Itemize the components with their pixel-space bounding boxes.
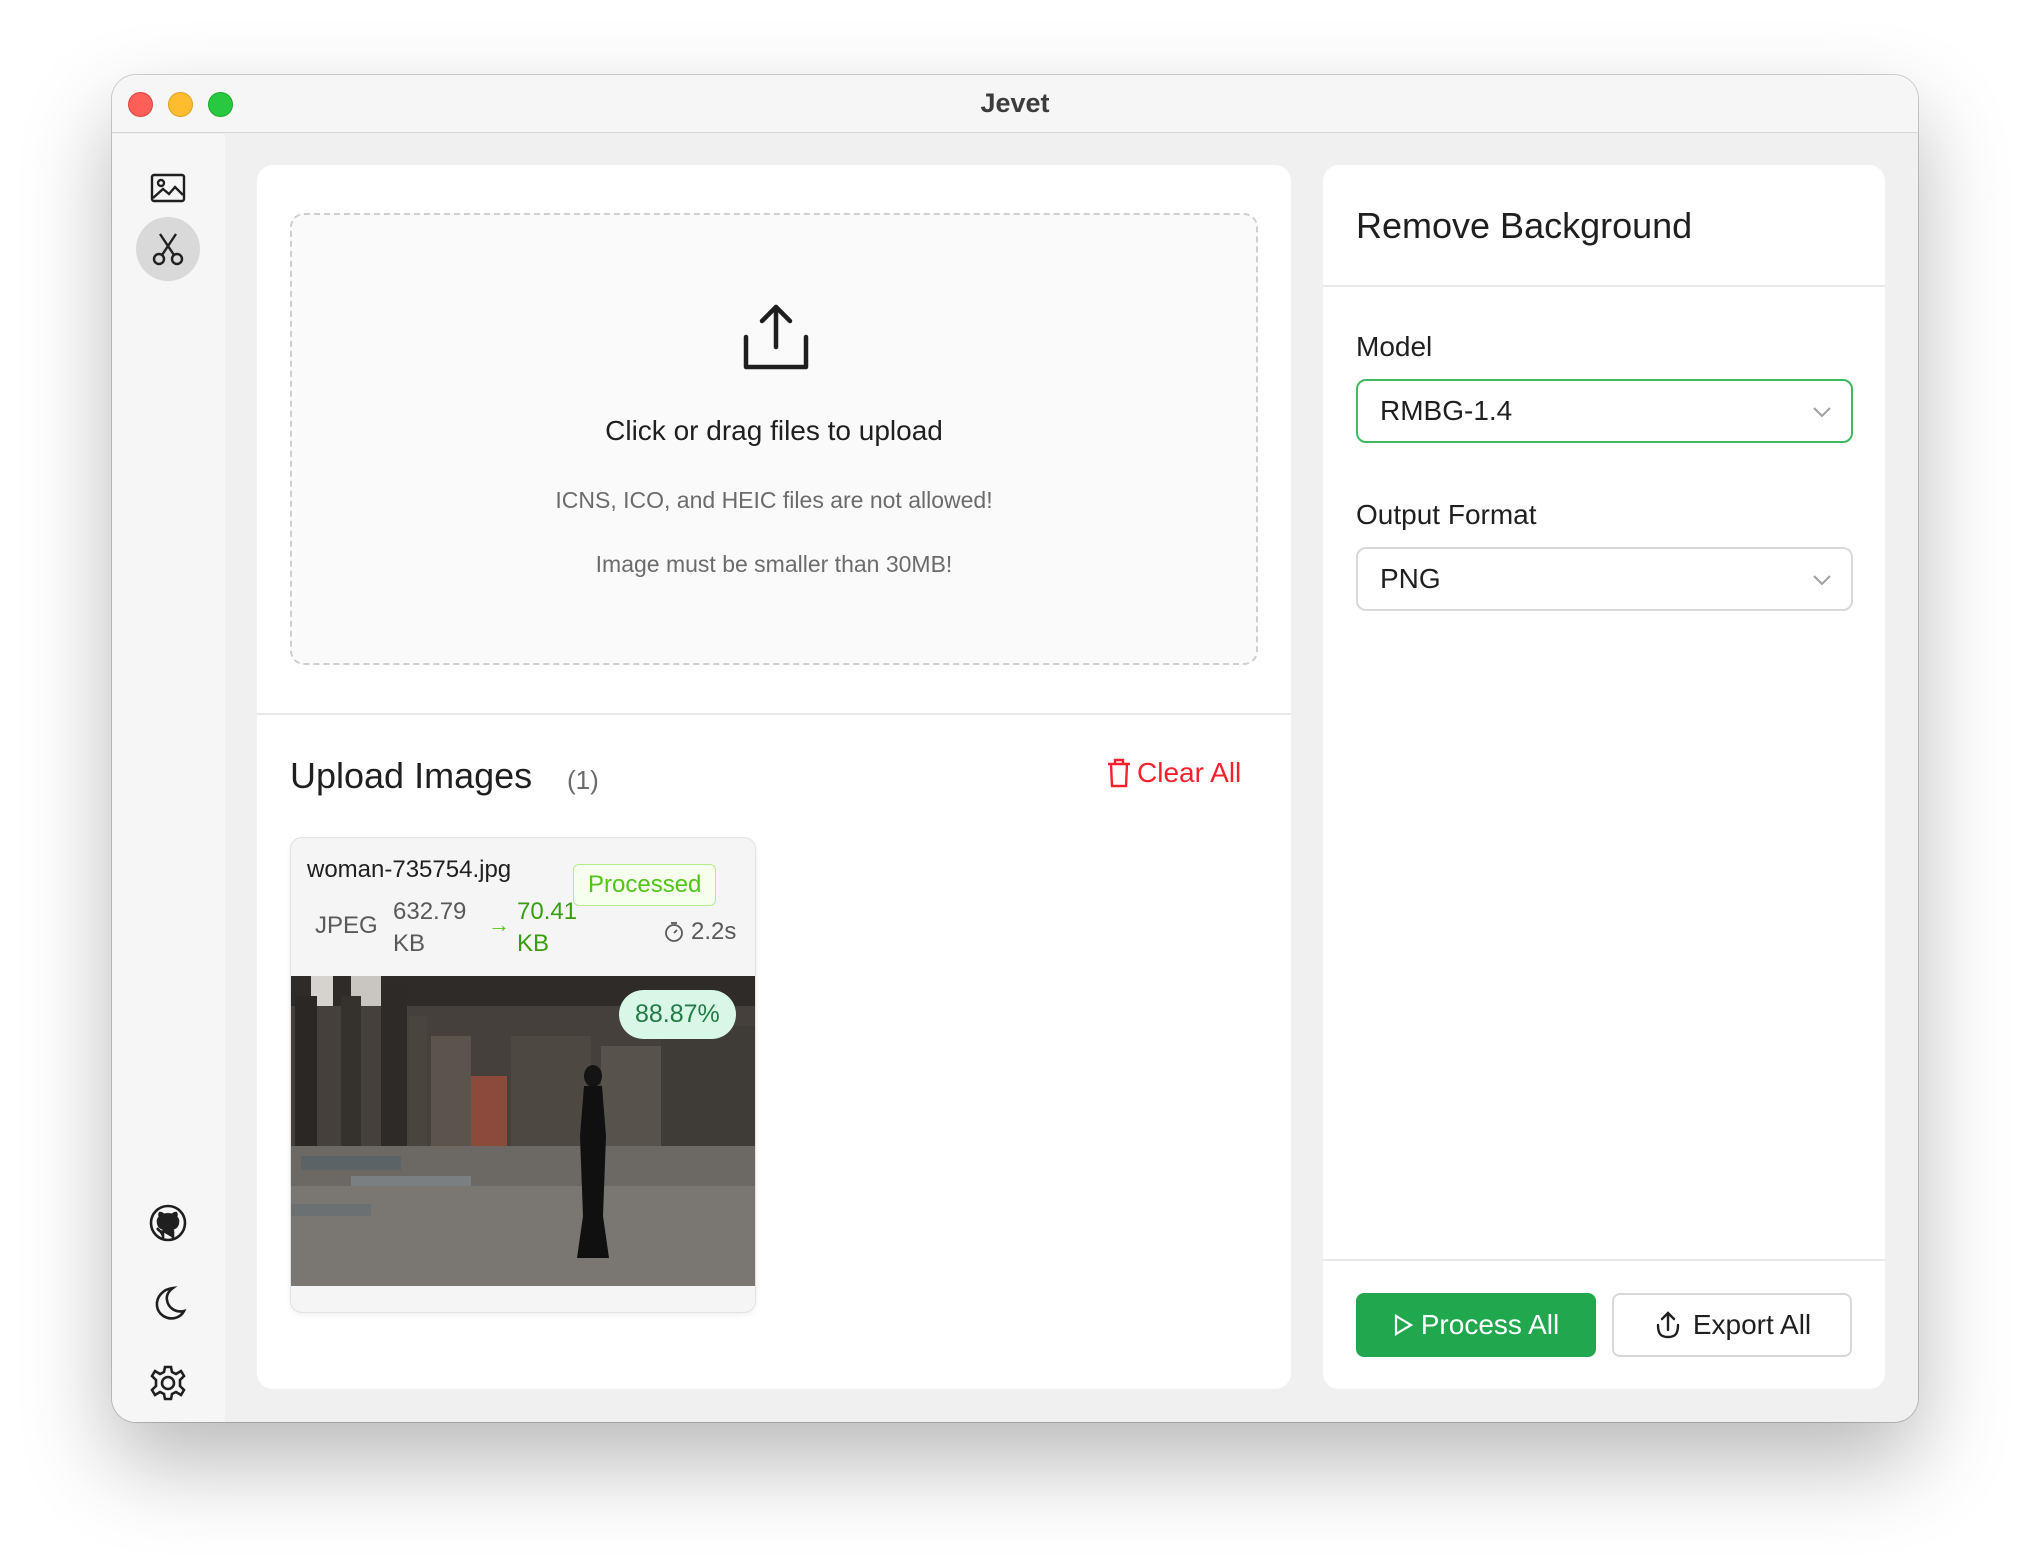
processing-time-value: 2.2s xyxy=(691,918,737,945)
processed-size: 70.41 KB xyxy=(517,896,577,960)
processed-size-value: 70.41 xyxy=(517,898,578,925)
sidebar-item-remove-background[interactable] xyxy=(136,217,200,281)
export-icon xyxy=(1656,1311,1680,1339)
section-title: Upload Images xyxy=(290,755,533,796)
sidebar-item-theme[interactable] xyxy=(136,1271,200,1335)
divider xyxy=(1323,285,1885,287)
github-icon xyxy=(149,1204,187,1242)
compression-ratio-badge: 88.87% xyxy=(619,990,736,1039)
original-size-value: 632.79 xyxy=(393,898,467,925)
scissors-icon xyxy=(152,233,184,266)
model-select[interactable]: RMBG-1.4 xyxy=(1356,379,1853,443)
upload-format-note: ICNS, ICO, and HEIC files are not allowe… xyxy=(555,487,993,513)
sidebar xyxy=(112,134,225,1422)
image-icon xyxy=(150,173,186,203)
output-format-select[interactable]: PNG xyxy=(1356,547,1853,611)
sidebar-item-images[interactable] xyxy=(136,156,200,220)
chevron-down-icon xyxy=(1813,407,1831,418)
title-bar: Jevet xyxy=(112,75,1918,133)
play-icon xyxy=(1394,1314,1413,1336)
processing-time: 2.2s xyxy=(663,918,736,946)
model-label: Model xyxy=(1356,331,1433,362)
export-all-button[interactable]: Export All xyxy=(1612,1293,1852,1357)
image-card[interactable]: woman-735754.jpg Processed JPEG 632.79 K… xyxy=(290,837,756,1313)
image-format: JPEG xyxy=(315,912,378,939)
size-arrow: → xyxy=(488,912,510,937)
upload-instruction: Click or drag files to upload xyxy=(605,415,943,446)
gear-icon xyxy=(150,1365,186,1401)
upload-size-note: Image must be smaller than 30MB! xyxy=(595,551,953,577)
image-preview: 88.87% xyxy=(291,976,755,1286)
output-format-label: Output Format xyxy=(1356,499,1537,530)
divider xyxy=(1323,1259,1885,1261)
clear-all-label: Clear All xyxy=(1137,757,1242,788)
settings-panel: Remove Background Model RMBG-1.4 Output … xyxy=(1323,165,1885,1389)
moon-icon xyxy=(155,1286,187,1320)
process-all-button[interactable]: Process All xyxy=(1356,1293,1596,1357)
status-badge: Processed xyxy=(573,864,717,906)
divider xyxy=(257,713,1291,715)
upload-panel: Click or drag files to upload ICNS, ICO,… xyxy=(257,165,1291,1389)
upload-dropzone[interactable]: Click or drag files to upload ICNS, ICO,… xyxy=(290,213,1258,665)
original-size-unit: KB xyxy=(393,930,426,957)
chevron-down-icon xyxy=(1813,575,1831,586)
trash-icon xyxy=(1108,758,1130,788)
clear-all-button[interactable]: Clear All xyxy=(1105,757,1241,789)
image-filename: woman-735754.jpg xyxy=(307,856,512,883)
image-count: (1) xyxy=(567,765,599,795)
original-size: 632.79 KB xyxy=(393,896,466,960)
model-select-value: RMBG-1.4 xyxy=(1380,395,1513,426)
panel-title: Remove Background xyxy=(1356,205,1693,246)
upload-icon xyxy=(743,304,809,370)
sidebar-item-github[interactable] xyxy=(136,1191,200,1255)
process-all-label: Process All xyxy=(1420,1309,1560,1340)
output-format-value: PNG xyxy=(1380,563,1441,594)
processed-size-unit: KB xyxy=(517,930,550,957)
sidebar-item-settings[interactable] xyxy=(136,1351,200,1415)
stopwatch-icon xyxy=(665,922,683,942)
app-window: Jevet Click or drag files to upload ICNS… xyxy=(112,75,1918,1422)
window-title: Jevet xyxy=(980,88,1050,118)
export-all-label: Export All xyxy=(1692,1309,1812,1340)
